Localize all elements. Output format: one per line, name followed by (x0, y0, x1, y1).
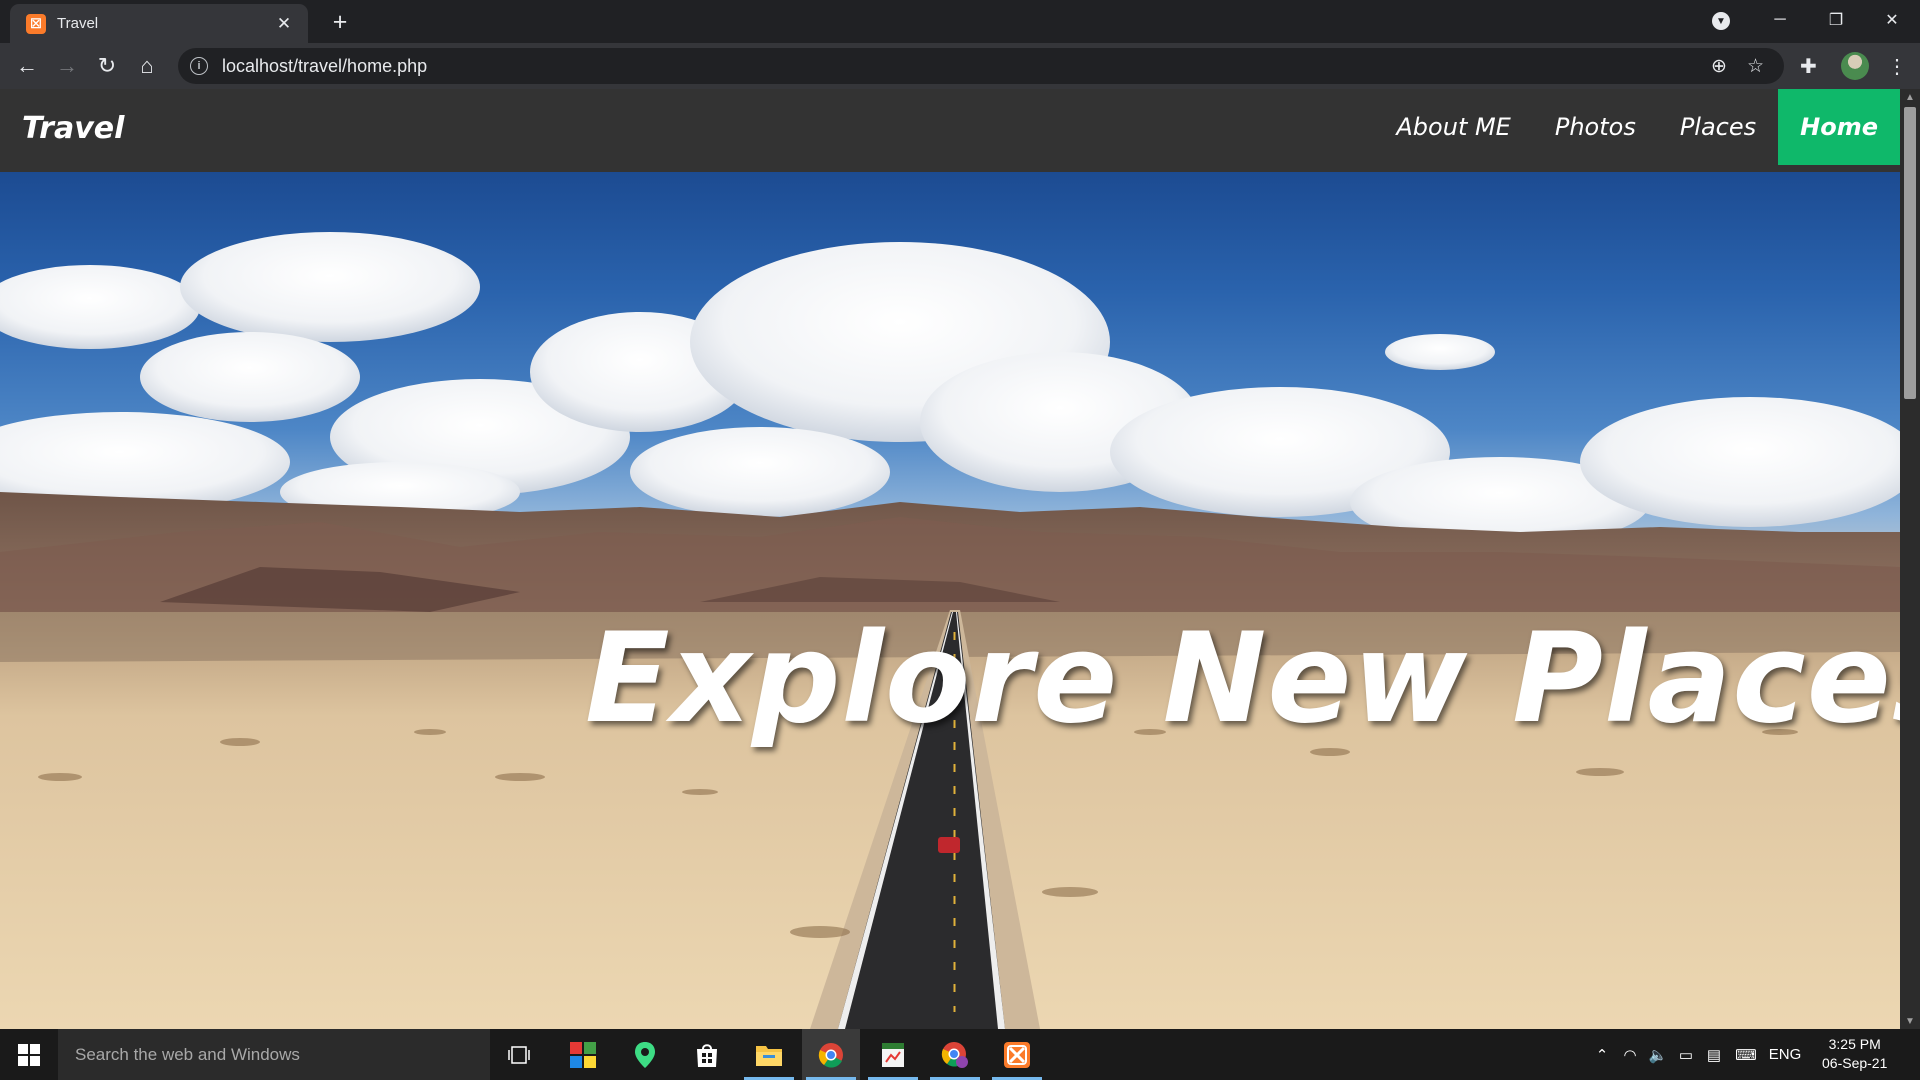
xampp-icon[interactable] (988, 1029, 1046, 1080)
hero-headline: Explore New Places. (585, 607, 1900, 751)
taskbar-search-box[interactable]: Search the web and Windows (58, 1029, 490, 1080)
home-button[interactable]: ⌂ (132, 51, 162, 81)
restore-button[interactable]: ❐ (1808, 0, 1864, 40)
scroll-down-arrow-icon[interactable]: ▼ (1900, 1013, 1920, 1029)
colorful-tiles-app-icon[interactable] (554, 1029, 612, 1080)
chrome-profile-icon[interactable] (926, 1029, 984, 1080)
tab-close-icon[interactable]: ✕ (274, 14, 294, 34)
extensions-puzzle-icon[interactable]: ✚ (1800, 54, 1817, 79)
action-center-icon[interactable]: ▤ (1700, 1046, 1728, 1064)
close-window-button[interactable]: ✕ (1864, 0, 1920, 40)
maps-pin-app-icon[interactable] (616, 1029, 674, 1080)
back-button[interactable]: ← (12, 51, 42, 81)
volume-icon[interactable]: 🔈 (1644, 1046, 1672, 1064)
site-brand[interactable]: Travel (22, 111, 124, 146)
spreadsheet-app-icon[interactable] (864, 1029, 922, 1080)
minimize-button[interactable]: ─ (1752, 0, 1808, 40)
input-language[interactable]: ENG (1764, 1046, 1806, 1063)
url-text[interactable]: localhost/travel/home.php (222, 56, 1711, 77)
site-info-icon[interactable]: i (190, 57, 208, 75)
scroll-thumb[interactable] (1904, 107, 1916, 399)
page-scrollbar[interactable]: ▲ ▼ (1900, 89, 1920, 1029)
wifi-icon[interactable]: ◠ (1616, 1046, 1644, 1064)
desert-road-landscape-image (0, 232, 1900, 1029)
address-bar[interactable]: i localhost/travel/home.php ⊕ ☆ (178, 48, 1784, 84)
chrome-menu-icon[interactable]: ⋮ (1887, 54, 1907, 79)
nav-link-places[interactable]: Places (1658, 89, 1778, 165)
scroll-up-arrow-icon[interactable]: ▲ (1900, 89, 1920, 105)
touch-keyboard-icon[interactable]: ⌨ (1728, 1046, 1764, 1064)
show-hidden-icons-chevron-icon[interactable]: ⌃ (1588, 1046, 1616, 1064)
browser-toolbar: ← → ↻ ⌂ i localhost/travel/home.php ⊕ ☆ … (0, 43, 1920, 89)
page-viewport: Travel About ME Photos Places Home Explo… (0, 89, 1900, 1029)
hero-background-image: Explore New Places. (0, 172, 1900, 1029)
nav-link-home[interactable]: Home (1778, 89, 1900, 165)
store-icon[interactable] (678, 1029, 736, 1080)
nav-links: About ME Photos Places Home (1374, 89, 1900, 165)
nav-link-photos[interactable]: Photos (1533, 89, 1658, 165)
windows-taskbar: Search the web and Windows ⌃ ◠ 🔈 ▭ ▤ ⌨ E… (0, 1029, 1920, 1080)
battery-icon[interactable]: ▭ (1672, 1046, 1700, 1064)
site-navbar: Travel About ME Photos Places Home (0, 89, 1900, 172)
file-explorer-icon[interactable] (740, 1029, 798, 1080)
taskbar-clock[interactable]: 3:25 PM 06-Sep-21 (1822, 1035, 1887, 1073)
zoom-icon[interactable]: ⊕ (1711, 55, 1727, 78)
forward-button[interactable]: → (52, 51, 82, 81)
browser-tab[interactable]: ☒ Travel ✕ (10, 4, 308, 43)
nav-link-about-me[interactable]: About ME (1374, 89, 1532, 165)
reload-button[interactable]: ↻ (92, 51, 122, 81)
task-view-icon[interactable] (490, 1029, 548, 1080)
chrome-icon[interactable] (802, 1029, 860, 1080)
window-controls: ─ ❐ ✕ (1752, 0, 1920, 40)
system-tray: ⌃ ◠ 🔈 ▭ ▤ ⌨ ENG (1588, 1029, 1806, 1080)
tab-search-icon[interactable]: ▼ (1712, 12, 1730, 30)
bookmark-star-icon[interactable]: ☆ (1747, 55, 1764, 78)
clock-date: 06-Sep-21 (1822, 1055, 1888, 1071)
clock-time: 3:25 PM (1828, 1036, 1881, 1052)
xampp-favicon-icon: ☒ (26, 13, 46, 34)
tab-title: Travel (57, 15, 99, 32)
browser-tab-bar: ☒ Travel ✕ + ▼ ─ ❐ ✕ (0, 0, 1920, 43)
new-tab-button[interactable]: + (326, 8, 354, 37)
windows-logo-icon (18, 1043, 40, 1066)
profile-avatar[interactable] (1841, 52, 1869, 80)
start-button[interactable] (0, 1029, 58, 1080)
